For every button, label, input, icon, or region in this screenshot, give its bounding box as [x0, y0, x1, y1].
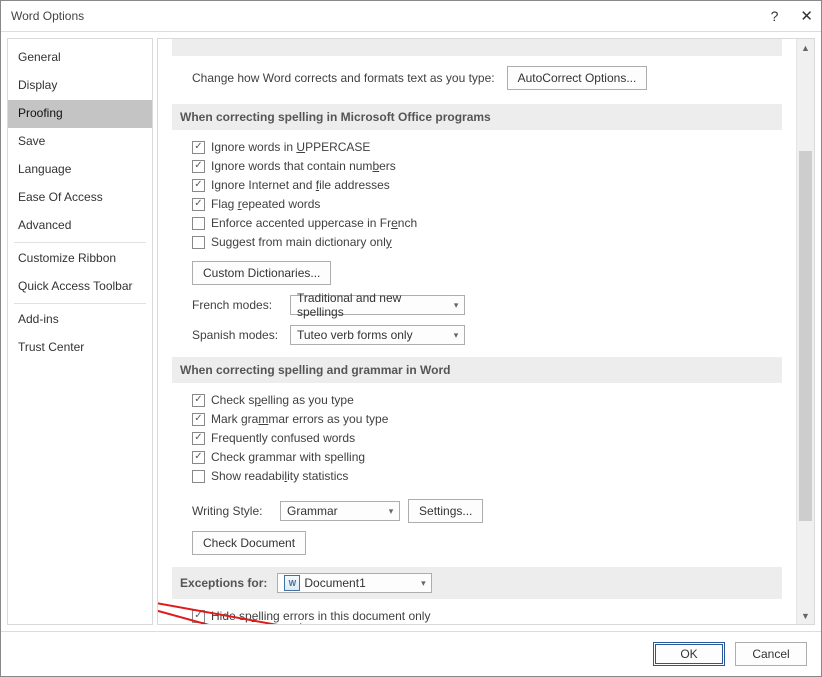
word-spell-opt-4-label: Show readability statistics	[211, 469, 348, 483]
hide-spelling-errors-row: Hide spelling errors in this document on…	[192, 609, 782, 623]
sidebar-item-save[interactable]: Save	[8, 128, 152, 156]
chevron-down-icon: ▾	[415, 578, 431, 589]
autocorrect-intro-text: Change how Word corrects and formats tex…	[192, 71, 495, 85]
spanish-modes-label: Spanish modes:	[192, 328, 282, 342]
exceptions-document-select[interactable]: Document1 ▾	[277, 573, 432, 593]
word-options-dialog: Word Options ? ✕ General Display Proofin…	[0, 0, 822, 677]
word-spell-opt-1-label: Mark grammar errors as you type	[211, 412, 388, 426]
sidebar-item-advanced[interactable]: Advanced	[8, 212, 152, 240]
scroll-track[interactable]	[797, 56, 814, 607]
word-spell-opt-0-label: Check spelling as you type	[211, 393, 354, 407]
sidebar-item-proofing[interactable]: Proofing	[8, 100, 152, 128]
scroll-down-button[interactable]: ▼	[797, 607, 814, 624]
office-spell-opt-5-row: Suggest from main dictionary only	[192, 235, 782, 249]
exceptions-for-label: Exceptions for:	[180, 576, 267, 590]
word-spell-opt-1-row: Mark grammar errors as you type	[192, 412, 782, 426]
word-spell-opt-2-label: Frequently confused words	[211, 431, 355, 445]
word-spell-opt-2-checkbox[interactable]	[192, 432, 205, 445]
sidebar-item-customize-ribbon[interactable]: Customize Ribbon	[8, 245, 152, 273]
sidebar: General Display Proofing Save Language E…	[7, 38, 153, 625]
office-spell-opt-1-checkbox[interactable]	[192, 160, 205, 173]
office-spell-opt-4-row: Enforce accented uppercase in French	[192, 216, 782, 230]
word-spell-opt-4-row: Show readability statistics	[192, 469, 782, 483]
office-spell-opt-1-row: Ignore words that contain numbers	[192, 159, 782, 173]
office-spell-opt-4-label: Enforce accented uppercase in French	[211, 216, 417, 230]
close-icon[interactable]: ✕	[800, 7, 813, 25]
word-spell-opt-0-row: Check spelling as you type	[192, 393, 782, 407]
office-spell-opt-2-label: Ignore Internet and file addresses	[211, 178, 390, 192]
hide-spelling-errors-checkbox[interactable]	[192, 610, 205, 623]
content-scrollbar[interactable]: ▲ ▼	[796, 39, 814, 624]
office-spell-opt-2-row: Ignore Internet and file addresses	[192, 178, 782, 192]
chevron-down-icon: ▾	[448, 300, 464, 311]
dialog-footer: OK Cancel	[1, 631, 821, 676]
check-document-button[interactable]: Check Document	[192, 531, 306, 555]
office-spell-opt-0-checkbox[interactable]	[192, 141, 205, 154]
check-grammar-with-spelling-label: Check grammar with spelling	[211, 450, 365, 464]
scroll-up-button[interactable]: ▲	[797, 39, 814, 56]
word-spell-opt-1-checkbox[interactable]	[192, 413, 205, 426]
sidebar-item-quick-access-toolbar[interactable]: Quick Access Toolbar	[8, 273, 152, 301]
word-document-icon	[284, 575, 300, 591]
writing-style-select[interactable]: Grammar ▾	[280, 501, 400, 521]
ok-button[interactable]: OK	[653, 642, 725, 666]
sidebar-item-display[interactable]: Display	[8, 72, 152, 100]
custom-dictionaries-button[interactable]: Custom Dictionaries...	[192, 261, 331, 285]
check-grammar-with-spelling-checkbox[interactable]	[192, 451, 205, 464]
office-spell-opt-0-row: Ignore words in UPPERCASE	[192, 140, 782, 154]
office-spell-opt-5-checkbox[interactable]	[192, 236, 205, 249]
section-header-word-spelling-grammar: When correcting spelling and grammar in …	[172, 357, 782, 383]
cancel-button[interactable]: Cancel	[735, 642, 807, 666]
office-spell-opt-3-label: Flag repeated words	[211, 197, 320, 211]
check-grammar-with-spelling-row: Check grammar with spelling	[192, 450, 782, 464]
sidebar-item-language[interactable]: Language	[8, 156, 152, 184]
writing-style-settings-button[interactable]: Settings...	[408, 499, 483, 523]
section-header-office-spelling: When correcting spelling in Microsoft Of…	[172, 104, 782, 130]
word-spell-opt-0-checkbox[interactable]	[192, 394, 205, 407]
dialog-title: Word Options	[11, 9, 84, 23]
writing-style-label: Writing Style:	[192, 504, 272, 518]
office-spell-opt-3-checkbox[interactable]	[192, 198, 205, 211]
sidebar-item-general[interactable]: General	[8, 44, 152, 72]
sidebar-item-trust-center[interactable]: Trust Center	[8, 334, 152, 362]
office-spell-opt-4-checkbox[interactable]	[192, 217, 205, 230]
scroll-thumb[interactable]	[799, 151, 812, 521]
titlebar: Word Options ? ✕	[1, 1, 821, 32]
office-spell-opt-2-checkbox[interactable]	[192, 179, 205, 192]
office-spell-opt-3-row: Flag repeated words	[192, 197, 782, 211]
word-spell-opt-2-row: Frequently confused words	[192, 431, 782, 445]
help-icon[interactable]: ?	[771, 8, 779, 24]
word-spell-opt-4-checkbox[interactable]	[192, 470, 205, 483]
office-spell-opt-0-label: Ignore words in UPPERCASE	[211, 140, 370, 154]
sidebar-item-ease-of-access[interactable]: Ease Of Access	[8, 184, 152, 212]
chevron-down-icon: ▾	[448, 330, 464, 341]
chevron-down-icon: ▾	[383, 506, 399, 517]
sidebar-item-addins[interactable]: Add-ins	[8, 306, 152, 334]
section-header-exceptions: Exceptions for: Document1 ▾	[172, 567, 782, 599]
french-modes-select[interactable]: Traditional and new spellings ▾	[290, 295, 465, 315]
spanish-modes-select[interactable]: Tuteo verb forms only ▾	[290, 325, 465, 345]
office-spell-opt-5-label: Suggest from main dictionary only	[211, 235, 392, 249]
content-pane: Change how Word corrects and formats tex…	[157, 38, 815, 625]
french-modes-label: French modes:	[192, 298, 282, 312]
hide-spelling-errors-label: Hide spelling errors in this document on…	[211, 609, 430, 623]
autocorrect-options-button[interactable]: AutoCorrect Options...	[507, 66, 648, 90]
top-partial-section	[172, 39, 782, 56]
office-spell-opt-1-label: Ignore words that contain numbers	[211, 159, 396, 173]
